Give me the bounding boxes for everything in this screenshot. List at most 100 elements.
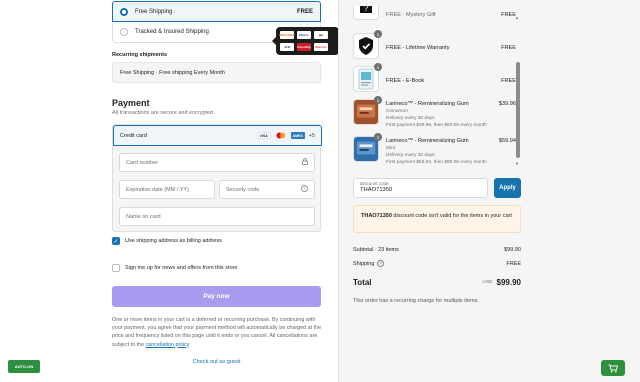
product-payment-schedule: First payment $59.94, then $90.00 every … [386, 160, 487, 165]
cart-icon [608, 364, 618, 373]
discount-error-message: THAO71350 discount code isn't valid for … [353, 205, 521, 233]
product-variant: Cinnamon [386, 109, 408, 114]
scroll-up-arrow-icon[interactable]: ▲ [515, 15, 519, 20]
security-placeholder: Security code [226, 186, 260, 193]
credit-card-option[interactable]: Credit card VISA AMEX +5 [113, 125, 322, 146]
shipping-row: Shipping ? FREE [353, 260, 521, 267]
checkbox-checked-icon[interactable]: ✓ [112, 237, 120, 245]
legal-body: One or more items in your cart is a defe… [112, 317, 322, 348]
shipping-option-price: FREE [296, 8, 313, 15]
product-thumbnail: ? [353, 6, 379, 20]
shield-icon [359, 37, 373, 55]
elo-card-icon: elo [314, 31, 328, 39]
product-delivery: Delivery every 30 days [386, 116, 435, 121]
discount-code-label: Discount code [360, 181, 389, 186]
expiry-field[interactable]: Expiration date (MM / YY) [119, 180, 215, 199]
newsletter-checkbox-row[interactable]: Sign me up for news and offers from this… [112, 264, 237, 272]
auto-on-badge[interactable]: AUTO-ON [8, 360, 40, 373]
subtotal-label: Subtotal · 23 items [353, 247, 399, 253]
jcb-card-icon: JCB [280, 42, 294, 51]
shipping-option-label: Tracked & Insured Shipping [135, 29, 209, 35]
mastercard-icon [275, 132, 287, 139]
scrollbar-thumb[interactable] [516, 62, 520, 158]
discount-code-input[interactable]: Discount code THAO71350 [353, 178, 488, 198]
diners-card-icon: Diners [297, 31, 311, 39]
credit-card-label: Credit card [120, 132, 147, 139]
unionpay-card-icon: UnionPay [297, 42, 311, 51]
discount-error-code: THAO71350 [361, 213, 392, 219]
pay-now-button[interactable]: Pay now [112, 286, 321, 307]
check-out-as-guest-link[interactable]: Check out as guest [112, 359, 321, 365]
product-name: Larineco™ - Remineralizing Gum [386, 101, 469, 107]
security-code-field[interactable]: Security code ? [219, 180, 315, 199]
quantity-badge: 1 [374, 63, 382, 71]
checkout-page: Free Shipping FREE Tracked & Insured Shi… [0, 0, 640, 382]
discount-code-value: THAO71350 [360, 187, 393, 193]
radio-selected-icon[interactable] [120, 7, 128, 16]
billing-checkbox-label: Use shipping address as billing address [125, 238, 222, 244]
name-on-card-field[interactable]: Name on card [119, 207, 315, 226]
help-circle-icon[interactable]: ? [301, 185, 308, 194]
radio-unselected-icon[interactable] [120, 28, 128, 36]
product-price: FREE [501, 45, 516, 51]
svg-text:?: ? [363, 6, 368, 13]
list-item: ? FREE - Mystery Gift FREE [353, 6, 517, 20]
product-price: $39.96 [498, 101, 516, 107]
list-item: 1 FREE - Lifetime Warranty FREE [353, 30, 517, 63]
product-name: FREE - Mystery Gift [386, 12, 436, 18]
newsletter-label: Sign me up for news and offers from this… [125, 265, 238, 271]
shipping-value: FREE [506, 260, 521, 267]
product-variant: Mint [386, 146, 396, 151]
product-name: Larineco™ - Remineralizing Gum [386, 138, 469, 144]
expiry-placeholder: Expiration date (MM / YY) [126, 186, 189, 193]
lock-icon [302, 158, 308, 167]
ebook-icon [358, 68, 374, 90]
total-label: Total [353, 278, 372, 287]
billing-address-checkbox-row[interactable]: ✓ Use shipping address as billing addres… [112, 237, 222, 245]
card-number-field[interactable]: Card number [119, 153, 315, 172]
payment-title: Payment [112, 98, 150, 108]
quantity-badge: 1 [374, 133, 382, 141]
recurring-shipments-box: Free Shipping · Free shipping Every Mont… [112, 62, 321, 83]
discount-error-text: discount code isn't valid for the items … [391, 213, 512, 219]
product-payment-schedule: First payment $39.96, then $60.00 every … [386, 123, 487, 128]
product-name: FREE - E-Book [386, 78, 425, 84]
recurring-legal-text: One or more items in your cart is a defe… [112, 316, 324, 349]
list-item: 1 FREE - E-Book FREE [353, 63, 517, 96]
list-item: 1 Larineco™ - Remineralizing Gum $59.94 … [353, 133, 517, 170]
total-value: $99.90 [496, 278, 521, 287]
shipping-label: Shipping [353, 260, 375, 267]
total-currency: USD [482, 280, 493, 285]
visa-icon: VISA [256, 132, 271, 139]
name-placeholder: Name on card [126, 213, 161, 220]
shipping-option-label: Free Shipping [135, 8, 173, 15]
legal-end: . [188, 341, 191, 348]
discover-card-icon: DISCOVER [279, 31, 295, 39]
maestro-card-icon: Maestro [314, 42, 328, 51]
amex-icon: AMEX [290, 132, 305, 139]
info-circle-icon[interactable]: ? [377, 260, 385, 267]
list-item: 1 Larineco™ - Remineralizing Gum $39.96 … [353, 96, 517, 133]
checkbox-unchecked-icon[interactable] [112, 264, 120, 272]
cancellation-policy-link[interactable]: cancellation policy [146, 342, 189, 348]
more-brands-count[interactable]: +5 [309, 133, 315, 139]
product-delivery: Delivery every 30 days [386, 153, 435, 158]
payment-subtitle: All transactions are secure and encrypte… [112, 110, 215, 116]
svg-text:?: ? [380, 261, 383, 266]
quantity-badge: 1 [374, 30, 382, 38]
credit-card-panel: Credit card VISA AMEX +5 Card number Exp… [112, 124, 322, 232]
shipping-option-free[interactable]: Free Shipping FREE [112, 1, 321, 22]
scroll-down-arrow-icon[interactable]: ▼ [515, 161, 519, 166]
card-brands-popover: DISCOVER Diners elo JCB UnionPay Maestro [272, 27, 339, 55]
subtotal-value: $99.90 [504, 247, 521, 253]
cart-float-button[interactable] [601, 360, 625, 376]
total-row: Total USD $99.90 [353, 278, 521, 287]
subtotal-row: Subtotal · 23 items $99.90 [353, 247, 521, 253]
product-price: FREE [501, 12, 516, 18]
product-name: FREE - Lifetime Warranty [386, 45, 450, 51]
svg-text:?: ? [303, 186, 306, 191]
apply-button[interactable]: Apply [494, 178, 521, 198]
recurring-value: Free Shipping · Free shipping Every Mont… [120, 69, 225, 76]
product-price: $59.94 [498, 138, 516, 144]
card-number-placeholder: Card number [126, 159, 159, 166]
